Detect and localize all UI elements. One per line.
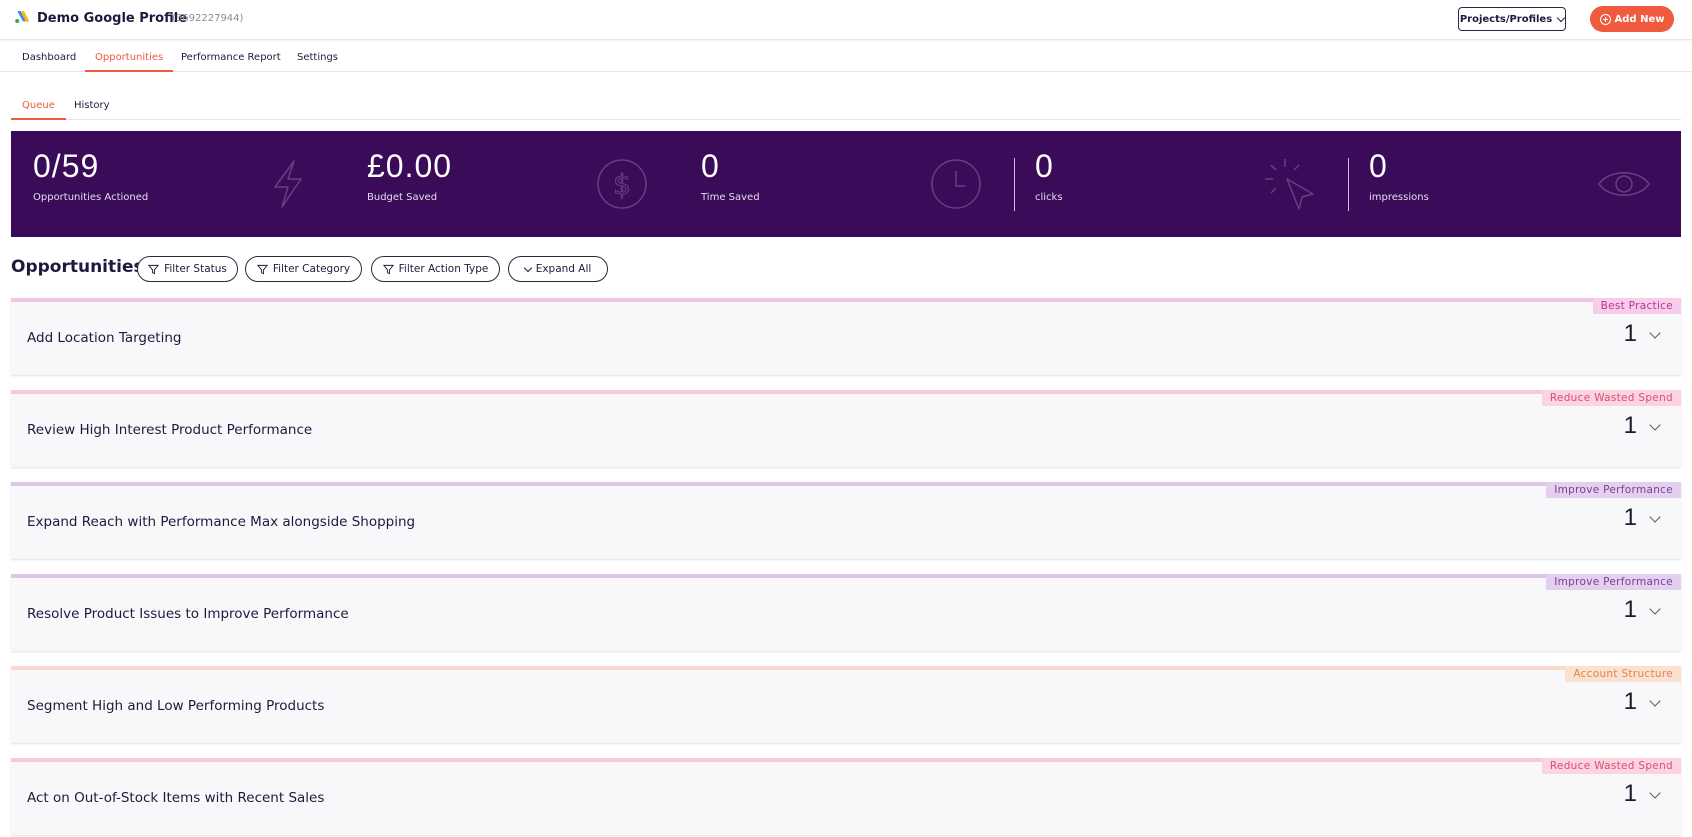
stat-label: Budget Saved: [367, 192, 438, 203]
main-nav: Dashboard Opportunities Performance Repo…: [0, 45, 1692, 72]
cursor-click-icon: [1265, 159, 1314, 210]
category-badge: Account Structure: [1565, 666, 1681, 682]
category-bar: [11, 574, 1681, 578]
category-badge: Reduce Wasted Spend: [1541, 390, 1681, 406]
lightning-icon: [274, 160, 302, 208]
filter-action-type-button[interactable]: Filter Action Type: [371, 256, 500, 282]
google-ads-logo-icon: [15, 11, 29, 23]
expand-chevron-icon[interactable]: [1649, 603, 1661, 615]
expand-chevron-icon[interactable]: [1649, 327, 1661, 339]
opportunity-card[interactable]: Improve Performance Expand Reach with Pe…: [11, 482, 1681, 559]
stat-label: clicks: [1035, 192, 1063, 203]
add-new-button[interactable]: Add New: [1590, 6, 1674, 32]
category-bar: [11, 298, 1681, 302]
filter-icon: [382, 264, 394, 274]
projects-profiles-label: Projects/Profiles: [1459, 13, 1553, 25]
expand-chevron-icon[interactable]: [1649, 419, 1661, 431]
expand-all-button[interactable]: Expand All: [508, 256, 608, 282]
filter-action-type-label: Filter Action Type: [398, 263, 489, 275]
opportunity-title: Resolve Product Issues to Improve Perfor…: [27, 606, 349, 622]
tab-queue[interactable]: Queue: [11, 100, 66, 120]
opportunity-count: 1: [1623, 504, 1637, 531]
stat-time-saved: 0 Time Saved: [679, 131, 1013, 237]
stat-value: 0: [1369, 148, 1388, 184]
stat-budget-saved: £0.00 Budget Saved $: [345, 131, 679, 237]
opportunity-count: 1: [1623, 596, 1637, 623]
filter-icon: [256, 264, 268, 274]
chevron-down-icon: [523, 263, 532, 272]
filter-category-label: Filter Category: [272, 263, 351, 275]
opportunity-card[interactable]: Best Practice Add Location Targeting 1: [11, 298, 1681, 375]
stat-impressions: 0 impressions: [1347, 131, 1681, 237]
dollar-icon: $: [597, 159, 647, 209]
stat-value: £0.00: [367, 148, 453, 184]
category-bar: [11, 666, 1681, 670]
stat-label: Opportunities Actioned: [33, 192, 149, 203]
expand-chevron-icon[interactable]: [1649, 695, 1661, 707]
stat-label: impressions: [1369, 192, 1429, 203]
sub-nav: Queue History: [11, 93, 1681, 120]
chevron-down-icon: [1556, 13, 1566, 22]
clock-icon: [931, 159, 981, 209]
opportunity-title: Segment High and Low Performing Products: [27, 698, 325, 714]
opportunity-card[interactable]: Account Structure Segment High and Low P…: [11, 666, 1681, 743]
stat-value: 0: [1035, 148, 1054, 184]
stats-banner: 0/59 Opportunities Actioned £0.00 Budget…: [11, 131, 1681, 237]
tab-history[interactable]: History: [74, 100, 110, 120]
plus-circle-icon: [1599, 13, 1611, 25]
stat-value: 0: [701, 148, 720, 184]
category-badge: Reduce Wasted Spend: [1541, 758, 1681, 774]
category-bar: [11, 390, 1681, 394]
projects-profiles-dropdown[interactable]: Projects/Profiles: [1458, 7, 1566, 31]
filter-status-label: Filter Status: [164, 263, 227, 275]
expand-chevron-icon[interactable]: [1649, 511, 1661, 523]
svg-text:$: $: [613, 168, 631, 201]
opportunities-title: Opportunities: [11, 257, 144, 277]
stat-value: 0/59: [33, 148, 100, 184]
opportunity-title: Expand Reach with Performance Max alongs…: [27, 514, 416, 530]
tab-opportunities[interactable]: Opportunities: [85, 52, 174, 72]
add-new-label: Add New: [1614, 13, 1665, 25]
stat-label: Time Saved: [701, 192, 760, 203]
category-badge: Best Practice: [1592, 298, 1681, 314]
opportunity-title: Review High Interest Product Performance: [27, 422, 313, 438]
eye-icon: [1598, 172, 1650, 196]
tab-dashboard[interactable]: Dashboard: [22, 52, 76, 72]
tab-settings[interactable]: Settings: [297, 52, 338, 72]
profile-title: Demo Google Profile: [37, 11, 188, 26]
category-badge: Improve Performance: [1546, 574, 1681, 590]
top-bar: Demo Google Profile (3692227944) Project…: [0, 0, 1692, 40]
opportunity-title: Add Location Targeting: [27, 330, 182, 346]
opportunity-card[interactable]: Reduce Wasted Spend Review High Interest…: [11, 390, 1681, 467]
stat-clicks: 0 clicks: [1013, 131, 1347, 237]
opportunity-count: 1: [1623, 780, 1637, 807]
filter-status-button[interactable]: Filter Status: [137, 256, 238, 282]
stat-opportunities-actioned: 0/59 Opportunities Actioned: [11, 131, 345, 237]
category-bar: [11, 482, 1681, 486]
opportunity-count: 1: [1623, 412, 1637, 439]
tab-performance-report[interactable]: Performance Report: [181, 52, 281, 72]
opportunity-title: Act on Out-of-Stock Items with Recent Sa…: [27, 790, 325, 806]
filter-category-button[interactable]: Filter Category: [245, 256, 362, 282]
opportunity-count: 1: [1623, 320, 1637, 347]
opportunity-card[interactable]: Reduce Wasted Spend Act on Out-of-Stock …: [11, 758, 1681, 835]
filter-icon: [148, 264, 160, 274]
category-badge: Improve Performance: [1546, 482, 1681, 498]
expand-chevron-icon[interactable]: [1649, 787, 1661, 799]
opportunity-card[interactable]: Improve Performance Resolve Product Issu…: [11, 574, 1681, 651]
opportunity-count: 1: [1623, 688, 1637, 715]
category-bar: [11, 758, 1681, 762]
expand-all-label: Expand All: [535, 263, 592, 275]
profile-id: (3692227944): [172, 13, 244, 24]
